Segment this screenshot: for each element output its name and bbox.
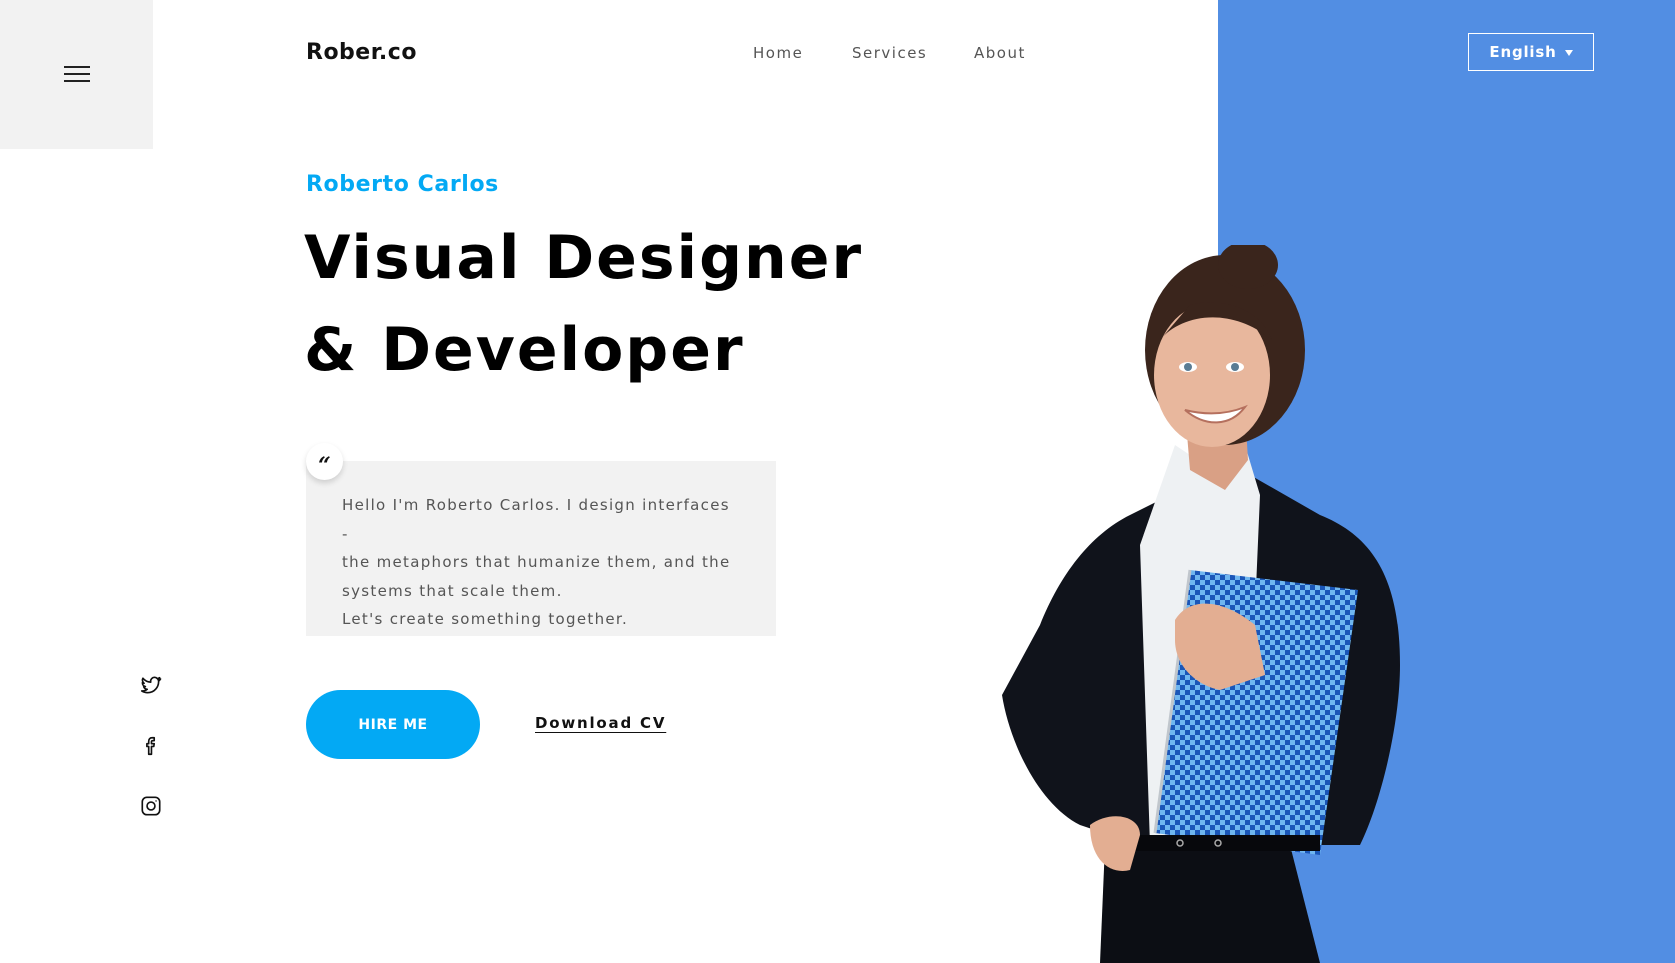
language-dropdown[interactable]: English [1468, 33, 1594, 71]
site-logo[interactable]: Rober.co [306, 40, 417, 65]
twitter-link[interactable] [140, 675, 166, 701]
nav-about[interactable]: About [974, 44, 1026, 62]
headline-line-2: & Developer [304, 315, 745, 385]
portrait-trousers [1100, 845, 1320, 963]
quote-line: systems that scale them. [342, 581, 563, 600]
quote-line: the metaphors that humanize them, and th… [342, 553, 731, 571]
nav-home[interactable]: Home [753, 44, 803, 62]
hero-headline: Visual Designer & Developer [304, 212, 863, 396]
headline-line-1: Visual Designer [304, 223, 864, 293]
menu-toggle-button[interactable] [0, 0, 153, 149]
facebook-icon [146, 736, 156, 756]
hero-portrait-image [1002, 245, 1400, 963]
download-cv-link[interactable]: Download CV [535, 714, 666, 732]
instagram-icon [141, 796, 161, 816]
quote-line: Hello I'm Roberto Carlos. I design inter… [342, 496, 730, 543]
nav-services[interactable]: Services [852, 44, 927, 62]
hero-subtitle: Roberto Carlos [306, 172, 499, 197]
instagram-link[interactable] [140, 795, 166, 821]
language-selected: English [1489, 43, 1557, 61]
hire-me-button[interactable]: HIRE ME [306, 690, 480, 759]
twitter-icon [140, 676, 162, 694]
facebook-link[interactable] [140, 735, 166, 761]
quote-line: Let's create something together. [342, 610, 629, 628]
quote-icon: “ [306, 443, 343, 480]
intro-quote-box: Hello I'm Roberto Carlos. I design inter… [306, 461, 776, 636]
hamburger-menu-icon [63, 65, 90, 84]
caret-down-icon [1564, 49, 1573, 56]
